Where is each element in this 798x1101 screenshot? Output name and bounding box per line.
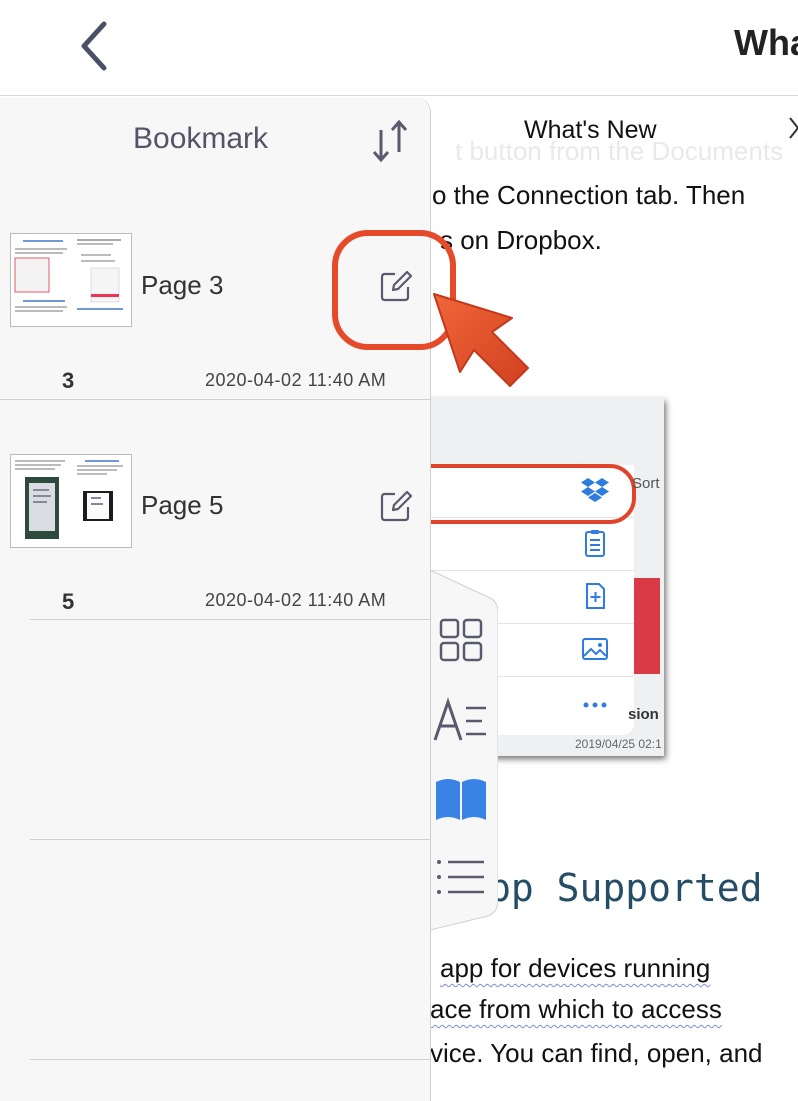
screenshot-sort-text: Sort bbox=[632, 475, 660, 492]
more-icon bbox=[583, 702, 607, 708]
page-thumbnail[interactable] bbox=[10, 454, 132, 548]
new-file-icon bbox=[586, 583, 605, 609]
bookmark-panel-title: Bookmark bbox=[133, 122, 269, 155]
doc-text-line: s on Dropbox. bbox=[440, 225, 602, 255]
bookmark-date: 2020-04-02 11:40 AM bbox=[205, 370, 387, 390]
doc-text-line: vice. You can find, open, and bbox=[430, 1038, 763, 1068]
dropbox-icon bbox=[581, 478, 609, 502]
list-icon[interactable] bbox=[432, 850, 490, 906]
doc-text-line: app for devices running bbox=[440, 953, 711, 983]
close-icon[interactable] bbox=[786, 112, 798, 148]
page-thumbnail-image bbox=[11, 234, 131, 326]
screenshot-red-block bbox=[630, 578, 660, 674]
top-nav-bar: Wha bbox=[0, 0, 798, 96]
screenshot-date-text: 2019/04/25 02:1 bbox=[575, 737, 662, 751]
bookmark-label[interactable]: Page 5 bbox=[141, 490, 223, 521]
back-button[interactable] bbox=[70, 18, 120, 74]
divider bbox=[30, 839, 430, 840]
text-format-icon[interactable] bbox=[432, 694, 490, 750]
page-thumbnail-image bbox=[11, 455, 131, 547]
divider bbox=[30, 619, 430, 620]
doc-text-line: ace from which to access bbox=[430, 994, 722, 1024]
chevron-left-icon bbox=[81, 21, 107, 71]
page-thumbnail[interactable] bbox=[10, 233, 132, 327]
bookmark-page-number: 3 bbox=[62, 368, 75, 393]
doc-text-line: o the Connection tab. Then bbox=[432, 180, 746, 210]
page-title: Wha bbox=[734, 22, 798, 63]
doc-header-title: What's New bbox=[524, 116, 657, 144]
edit-icon[interactable] bbox=[378, 488, 414, 524]
doc-section-heading: pp Supported bbox=[488, 866, 763, 910]
pointer-arrow-icon bbox=[433, 293, 529, 387]
sort-icon[interactable] bbox=[368, 116, 412, 166]
bookmark-label[interactable]: Page 3 bbox=[141, 270, 223, 301]
image-icon bbox=[582, 638, 608, 660]
divider bbox=[30, 1059, 430, 1060]
bookmark-page-number: 5 bbox=[62, 589, 75, 614]
grid-icon[interactable] bbox=[432, 612, 490, 668]
clipboard-icon bbox=[585, 530, 605, 557]
divider bbox=[0, 399, 430, 400]
bookmark-date: 2020-04-02 11:40 AM bbox=[205, 590, 387, 610]
screenshot-sion-text: sion bbox=[628, 706, 659, 723]
book-icon[interactable] bbox=[432, 772, 490, 828]
